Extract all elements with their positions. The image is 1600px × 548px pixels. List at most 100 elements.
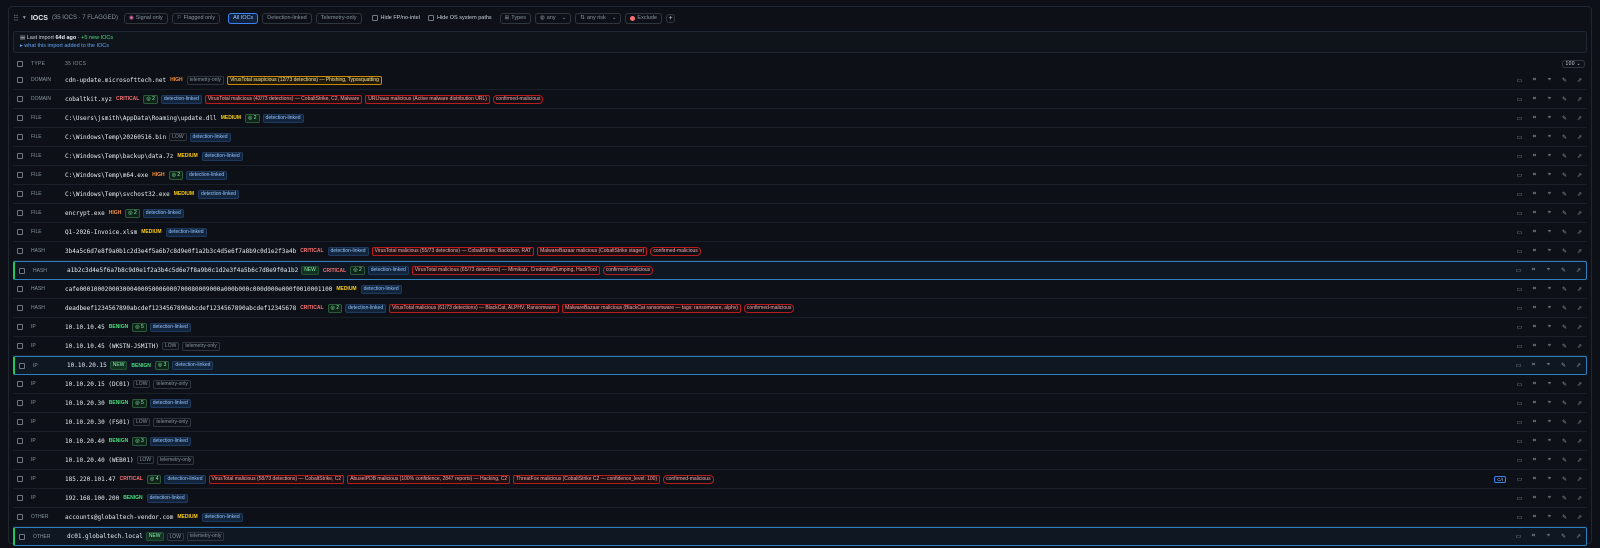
pin-icon[interactable]: ⌖ [1546, 210, 1553, 217]
tag-icon[interactable]: ⌗ [1531, 438, 1538, 445]
link-icon[interactable]: ⇗ [1576, 343, 1583, 350]
detection-count-badge[interactable]: ◎ 2 [143, 94, 158, 104]
signal-only-filter[interactable]: ◉ Signal only [123, 12, 168, 24]
table-row[interactable]: IP 10.10.20.40 (WEB01) LOW telemetry-only ▭ ⌗… [13, 451, 1587, 470]
tag-icon[interactable]: ⌗ [1531, 153, 1538, 160]
pin-icon[interactable]: ⌖ [1546, 286, 1553, 293]
table-row[interactable]: FILE C:\Windows\Temp\svchost32.exe MEDIUM d… [13, 185, 1587, 204]
comment-icon[interactable]: ▭ [1516, 248, 1523, 255]
ioc-value[interactable]: 10.10.20.30 [65, 400, 105, 407]
row-checkbox[interactable] [17, 381, 23, 387]
risk-dropdown[interactable]: ⇅ any risk ⌄ [575, 12, 622, 24]
tag-icon[interactable]: ⌗ [1530, 362, 1537, 369]
table-row[interactable]: FILE encrypt.exe HIGH ◎ 2 detection-linked ▭ ⌗… [13, 204, 1587, 223]
table-row[interactable]: HASH 3b4a5c6d7e8f9a0b1c2d3e4f5a6b7c8d9e0f… [13, 242, 1587, 261]
detection-count-badge[interactable]: ◎ 5 [132, 322, 147, 332]
edit-icon[interactable]: ✎ [1561, 96, 1568, 103]
ioc-value[interactable]: 185.220.101.47 [65, 476, 116, 483]
detection-count-badge[interactable]: ◎ 3 [154, 361, 170, 370]
ioc-value[interactable]: 10.10.20.15 [67, 362, 107, 369]
pin-icon[interactable]: ⌖ [1546, 96, 1553, 103]
edit-icon[interactable]: ✎ [1561, 305, 1568, 312]
comment-icon[interactable]: ▭ [1516, 115, 1523, 122]
detection-count-badge[interactable]: ◎ 2 [125, 208, 140, 218]
tag-icon[interactable]: ⌗ [1530, 533, 1537, 540]
row-checkbox[interactable] [19, 362, 25, 369]
tag-icon[interactable]: ⌗ [1531, 324, 1538, 331]
pin-icon[interactable]: ⌖ [1546, 343, 1553, 350]
link-icon[interactable]: ⇗ [1576, 286, 1583, 293]
tag-icon[interactable]: ⌗ [1531, 191, 1538, 198]
row-checkbox[interactable] [17, 476, 23, 482]
edit-icon[interactable]: ✎ [1561, 229, 1568, 236]
edit-icon[interactable]: ✎ [1561, 343, 1568, 350]
row-checkbox[interactable] [19, 533, 25, 540]
tag-icon[interactable]: ⌗ [1531, 419, 1538, 426]
tag-icon[interactable]: ⌗ [1531, 248, 1538, 255]
ioc-value[interactable]: a1b2c3d4e5f6a7b8c9d0e1f2a3b4c5d6e7f8a9b0… [67, 267, 298, 274]
row-checkbox[interactable] [17, 115, 23, 121]
tag-icon[interactable]: ⌗ [1531, 495, 1538, 502]
pin-icon[interactable]: ⌖ [1546, 153, 1553, 160]
ioc-value[interactable]: 10.10.10.45 (WKSTN-JSMITH) [65, 343, 159, 350]
select-all-checkbox[interactable] [17, 61, 23, 67]
pin-icon[interactable]: ⌖ [1546, 305, 1553, 312]
link-icon[interactable]: ⇗ [1576, 210, 1583, 217]
edit-icon[interactable]: ✎ [1561, 514, 1568, 521]
pin-icon[interactable]: ⌖ [1546, 77, 1553, 84]
comment-icon[interactable]: ▭ [1516, 191, 1523, 198]
edit-icon[interactable]: ✎ [1561, 191, 1568, 198]
comment-icon[interactable]: ▭ [1516, 286, 1523, 293]
table-row[interactable]: OTHER accounts@globaltech-vendor.com MEDIU… [13, 508, 1587, 527]
edit-icon[interactable]: ✎ [1561, 286, 1568, 293]
ioc-value[interactable]: 3b4a5c6d7e8f9a0b1c2d3e4f5a6b7c8d9e0f1a2b… [65, 248, 296, 255]
threat-intel-verdict[interactable]: URLhaus malicious (Active malware distri… [365, 94, 490, 104]
link-icon[interactable]: ⇗ [1575, 267, 1582, 274]
comment-icon[interactable]: ▭ [1516, 324, 1523, 331]
import-details-toggle[interactable]: ▸ what this import added to the IOCs [20, 42, 1580, 50]
pin-icon[interactable]: ⌖ [1545, 267, 1552, 274]
link-icon[interactable]: ⇗ [1576, 381, 1583, 388]
pin-icon[interactable]: ⌖ [1546, 495, 1553, 502]
comment-icon[interactable]: ▭ [1516, 343, 1523, 350]
ioc-value[interactable]: 10.10.20.15 (DC01) [65, 381, 130, 388]
row-checkbox[interactable] [17, 96, 23, 102]
table-row[interactable]: IP 10.10.20.30 BENIGN ◎ 5 detection-linked ▭ ⌗… [13, 394, 1587, 413]
table-row[interactable]: IP 10.10.20.15 NEW BENIGN ◎ 3 detection-linke… [13, 356, 1587, 375]
checkbox-box[interactable] [371, 15, 378, 21]
comment-icon[interactable]: ▭ [1516, 457, 1523, 464]
link-icon[interactable]: ⇗ [1576, 248, 1583, 255]
threat-intel-verdict[interactable]: MalwareBazaar malicious (BlackCat ransom… [562, 303, 741, 313]
row-checkbox[interactable] [17, 305, 23, 311]
ioc-value[interactable]: C:\Users\jsmith\AppData\Roaming\update.d… [65, 115, 217, 122]
table-row[interactable]: DOMAIN cobaltkit.xyz CRITICAL ◎ 2 detection-… [13, 90, 1587, 109]
edit-icon[interactable]: ✎ [1560, 533, 1567, 540]
link-icon[interactable]: ⇗ [1576, 457, 1583, 464]
edit-icon[interactable]: ✎ [1560, 362, 1567, 369]
pin-icon[interactable]: ⌖ [1546, 248, 1553, 255]
edit-icon[interactable]: ✎ [1561, 324, 1568, 331]
row-checkbox[interactable] [17, 153, 23, 159]
edit-icon[interactable]: ✎ [1561, 153, 1568, 160]
link-icon[interactable]: ⇗ [1576, 514, 1583, 521]
tag-icon[interactable]: ⌗ [1531, 381, 1538, 388]
detection-count-badge[interactable]: ◎ 4 [146, 474, 162, 484]
row-checkbox[interactable] [17, 495, 23, 501]
pin-icon[interactable]: ⌖ [1546, 172, 1553, 179]
row-checkbox[interactable] [17, 210, 23, 216]
ioc-value[interactable]: accounts@globaltech-vendor.com [65, 514, 173, 521]
cti-badge[interactable]: C/I [1494, 475, 1506, 483]
comment-icon[interactable]: ▭ [1516, 172, 1523, 179]
tag-icon[interactable]: ⌗ [1531, 476, 1538, 483]
flagged-only-filter[interactable]: ⚐ Flagged only [171, 12, 221, 24]
comment-icon[interactable]: ▭ [1516, 438, 1523, 445]
pin-icon[interactable]: ⌖ [1545, 533, 1552, 540]
link-icon[interactable]: ⇗ [1576, 305, 1583, 312]
pin-icon[interactable]: ⌖ [1546, 115, 1553, 122]
link-icon[interactable]: ⇗ [1575, 362, 1582, 369]
row-checkbox[interactable] [17, 172, 23, 178]
ioc-value[interactable]: 192.168.100.200 [65, 495, 119, 502]
row-checkbox[interactable] [17, 77, 23, 83]
detection-count-badge[interactable]: ◎ 2 [168, 170, 184, 180]
row-checkbox[interactable] [17, 229, 23, 235]
